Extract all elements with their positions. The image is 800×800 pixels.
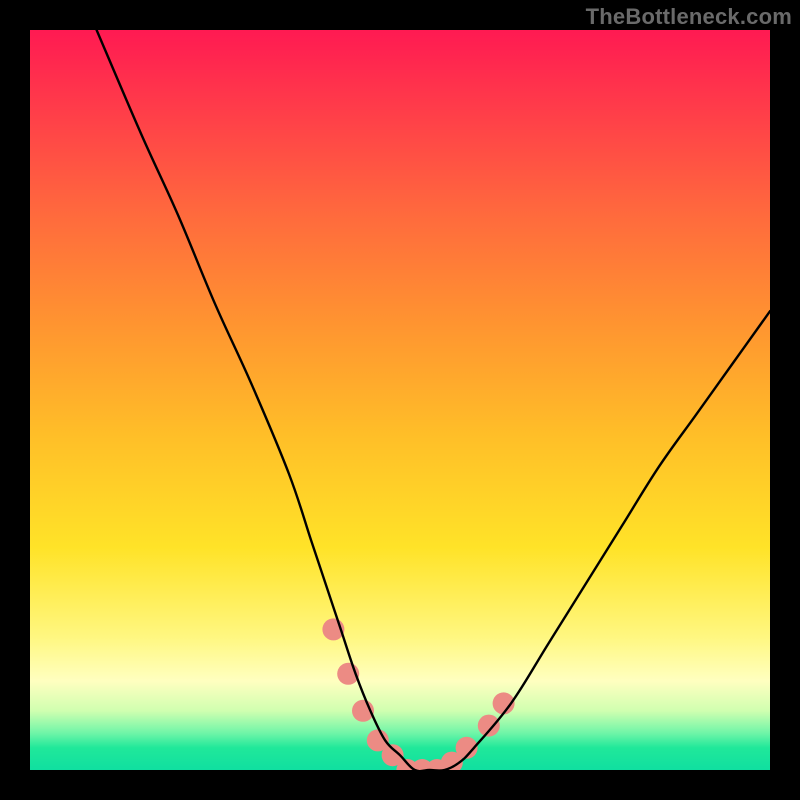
- chart-frame: TheBottleneck.com: [0, 0, 800, 800]
- bottleneck-curve: [97, 30, 770, 770]
- watermark-text: TheBottleneck.com: [586, 4, 792, 30]
- plot-area: [30, 30, 770, 770]
- highlight-dot: [478, 715, 500, 737]
- curve-layer: [30, 30, 770, 770]
- highlight-markers: [322, 618, 514, 770]
